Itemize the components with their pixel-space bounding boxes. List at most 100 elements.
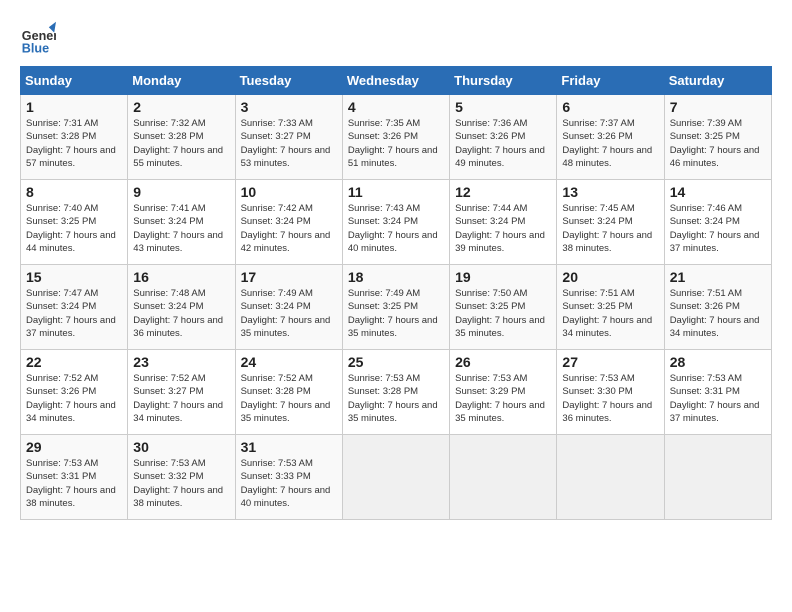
calendar-cell <box>450 435 557 520</box>
calendar-week-3: 15 Sunrise: 7:47 AMSunset: 3:24 PMDaylig… <box>21 265 772 350</box>
cell-info: Sunrise: 7:44 AMSunset: 3:24 PMDaylight:… <box>455 202 551 255</box>
calendar-cell: 23 Sunrise: 7:52 AMSunset: 3:27 PMDaylig… <box>128 350 235 435</box>
calendar-cell: 12 Sunrise: 7:44 AMSunset: 3:24 PMDaylig… <box>450 180 557 265</box>
cell-info: Sunrise: 7:39 AMSunset: 3:25 PMDaylight:… <box>670 117 766 170</box>
calendar-cell: 28 Sunrise: 7:53 AMSunset: 3:31 PMDaylig… <box>664 350 771 435</box>
calendar-cell: 14 Sunrise: 7:46 AMSunset: 3:24 PMDaylig… <box>664 180 771 265</box>
day-number: 24 <box>241 354 337 370</box>
day-number: 28 <box>670 354 766 370</box>
cell-info: Sunrise: 7:53 AMSunset: 3:32 PMDaylight:… <box>133 457 229 510</box>
day-number: 16 <box>133 269 229 285</box>
calendar-cell: 30 Sunrise: 7:53 AMSunset: 3:32 PMDaylig… <box>128 435 235 520</box>
cell-info: Sunrise: 7:53 AMSunset: 3:31 PMDaylight:… <box>670 372 766 425</box>
day-number: 31 <box>241 439 337 455</box>
day-number: 18 <box>348 269 444 285</box>
cell-info: Sunrise: 7:53 AMSunset: 3:33 PMDaylight:… <box>241 457 337 510</box>
cell-info: Sunrise: 7:32 AMSunset: 3:28 PMDaylight:… <box>133 117 229 170</box>
calendar-body: 1 Sunrise: 7:31 AMSunset: 3:28 PMDayligh… <box>21 95 772 520</box>
calendar-table: SundayMondayTuesdayWednesdayThursdayFrid… <box>20 66 772 520</box>
day-number: 15 <box>26 269 122 285</box>
cell-info: Sunrise: 7:53 AMSunset: 3:28 PMDaylight:… <box>348 372 444 425</box>
day-number: 26 <box>455 354 551 370</box>
day-number: 4 <box>348 99 444 115</box>
calendar-week-1: 1 Sunrise: 7:31 AMSunset: 3:28 PMDayligh… <box>21 95 772 180</box>
cell-info: Sunrise: 7:41 AMSunset: 3:24 PMDaylight:… <box>133 202 229 255</box>
calendar-cell: 1 Sunrise: 7:31 AMSunset: 3:28 PMDayligh… <box>21 95 128 180</box>
day-number: 2 <box>133 99 229 115</box>
calendar-cell: 7 Sunrise: 7:39 AMSunset: 3:25 PMDayligh… <box>664 95 771 180</box>
calendar-cell: 31 Sunrise: 7:53 AMSunset: 3:33 PMDaylig… <box>235 435 342 520</box>
calendar-cell: 4 Sunrise: 7:35 AMSunset: 3:26 PMDayligh… <box>342 95 449 180</box>
day-number: 9 <box>133 184 229 200</box>
cell-info: Sunrise: 7:40 AMSunset: 3:25 PMDaylight:… <box>26 202 122 255</box>
weekday-thursday: Thursday <box>450 67 557 95</box>
calendar-cell: 10 Sunrise: 7:42 AMSunset: 3:24 PMDaylig… <box>235 180 342 265</box>
calendar-cell: 17 Sunrise: 7:49 AMSunset: 3:24 PMDaylig… <box>235 265 342 350</box>
day-number: 5 <box>455 99 551 115</box>
day-number: 13 <box>562 184 658 200</box>
day-number: 29 <box>26 439 122 455</box>
day-number: 22 <box>26 354 122 370</box>
calendar-cell: 5 Sunrise: 7:36 AMSunset: 3:26 PMDayligh… <box>450 95 557 180</box>
logo-icon: General Blue <box>20 20 56 56</box>
logo: General Blue <box>20 20 56 56</box>
weekday-friday: Friday <box>557 67 664 95</box>
cell-info: Sunrise: 7:43 AMSunset: 3:24 PMDaylight:… <box>348 202 444 255</box>
calendar-week-5: 29 Sunrise: 7:53 AMSunset: 3:31 PMDaylig… <box>21 435 772 520</box>
cell-info: Sunrise: 7:45 AMSunset: 3:24 PMDaylight:… <box>562 202 658 255</box>
day-number: 25 <box>348 354 444 370</box>
cell-info: Sunrise: 7:37 AMSunset: 3:26 PMDaylight:… <box>562 117 658 170</box>
calendar-cell: 2 Sunrise: 7:32 AMSunset: 3:28 PMDayligh… <box>128 95 235 180</box>
day-number: 23 <box>133 354 229 370</box>
cell-info: Sunrise: 7:52 AMSunset: 3:26 PMDaylight:… <box>26 372 122 425</box>
day-number: 20 <box>562 269 658 285</box>
calendar-cell: 20 Sunrise: 7:51 AMSunset: 3:25 PMDaylig… <box>557 265 664 350</box>
calendar-cell <box>557 435 664 520</box>
calendar-cell: 9 Sunrise: 7:41 AMSunset: 3:24 PMDayligh… <box>128 180 235 265</box>
weekday-wednesday: Wednesday <box>342 67 449 95</box>
day-number: 6 <box>562 99 658 115</box>
calendar-cell: 18 Sunrise: 7:49 AMSunset: 3:25 PMDaylig… <box>342 265 449 350</box>
calendar-cell: 8 Sunrise: 7:40 AMSunset: 3:25 PMDayligh… <box>21 180 128 265</box>
weekday-monday: Monday <box>128 67 235 95</box>
weekday-saturday: Saturday <box>664 67 771 95</box>
calendar-cell: 19 Sunrise: 7:50 AMSunset: 3:25 PMDaylig… <box>450 265 557 350</box>
calendar-cell: 3 Sunrise: 7:33 AMSunset: 3:27 PMDayligh… <box>235 95 342 180</box>
day-number: 21 <box>670 269 766 285</box>
day-number: 19 <box>455 269 551 285</box>
cell-info: Sunrise: 7:48 AMSunset: 3:24 PMDaylight:… <box>133 287 229 340</box>
day-number: 17 <box>241 269 337 285</box>
day-number: 14 <box>670 184 766 200</box>
header: General Blue <box>20 20 772 56</box>
calendar-cell: 16 Sunrise: 7:48 AMSunset: 3:24 PMDaylig… <box>128 265 235 350</box>
cell-info: Sunrise: 7:47 AMSunset: 3:24 PMDaylight:… <box>26 287 122 340</box>
weekday-tuesday: Tuesday <box>235 67 342 95</box>
calendar-cell: 27 Sunrise: 7:53 AMSunset: 3:30 PMDaylig… <box>557 350 664 435</box>
calendar-cell: 6 Sunrise: 7:37 AMSunset: 3:26 PMDayligh… <box>557 95 664 180</box>
day-number: 3 <box>241 99 337 115</box>
cell-info: Sunrise: 7:53 AMSunset: 3:30 PMDaylight:… <box>562 372 658 425</box>
calendar-cell: 24 Sunrise: 7:52 AMSunset: 3:28 PMDaylig… <box>235 350 342 435</box>
cell-info: Sunrise: 7:51 AMSunset: 3:26 PMDaylight:… <box>670 287 766 340</box>
calendar-week-4: 22 Sunrise: 7:52 AMSunset: 3:26 PMDaylig… <box>21 350 772 435</box>
cell-info: Sunrise: 7:53 AMSunset: 3:31 PMDaylight:… <box>26 457 122 510</box>
calendar-cell <box>342 435 449 520</box>
calendar-cell: 21 Sunrise: 7:51 AMSunset: 3:26 PMDaylig… <box>664 265 771 350</box>
weekday-sunday: Sunday <box>21 67 128 95</box>
cell-info: Sunrise: 7:50 AMSunset: 3:25 PMDaylight:… <box>455 287 551 340</box>
calendar-cell: 26 Sunrise: 7:53 AMSunset: 3:29 PMDaylig… <box>450 350 557 435</box>
day-number: 7 <box>670 99 766 115</box>
day-number: 10 <box>241 184 337 200</box>
day-number: 1 <box>26 99 122 115</box>
day-number: 27 <box>562 354 658 370</box>
cell-info: Sunrise: 7:53 AMSunset: 3:29 PMDaylight:… <box>455 372 551 425</box>
cell-info: Sunrise: 7:51 AMSunset: 3:25 PMDaylight:… <box>562 287 658 340</box>
cell-info: Sunrise: 7:31 AMSunset: 3:28 PMDaylight:… <box>26 117 122 170</box>
day-number: 8 <box>26 184 122 200</box>
weekday-header-row: SundayMondayTuesdayWednesdayThursdayFrid… <box>21 67 772 95</box>
day-number: 12 <box>455 184 551 200</box>
calendar-cell: 29 Sunrise: 7:53 AMSunset: 3:31 PMDaylig… <box>21 435 128 520</box>
calendar-cell: 22 Sunrise: 7:52 AMSunset: 3:26 PMDaylig… <box>21 350 128 435</box>
cell-info: Sunrise: 7:35 AMSunset: 3:26 PMDaylight:… <box>348 117 444 170</box>
cell-info: Sunrise: 7:49 AMSunset: 3:25 PMDaylight:… <box>348 287 444 340</box>
